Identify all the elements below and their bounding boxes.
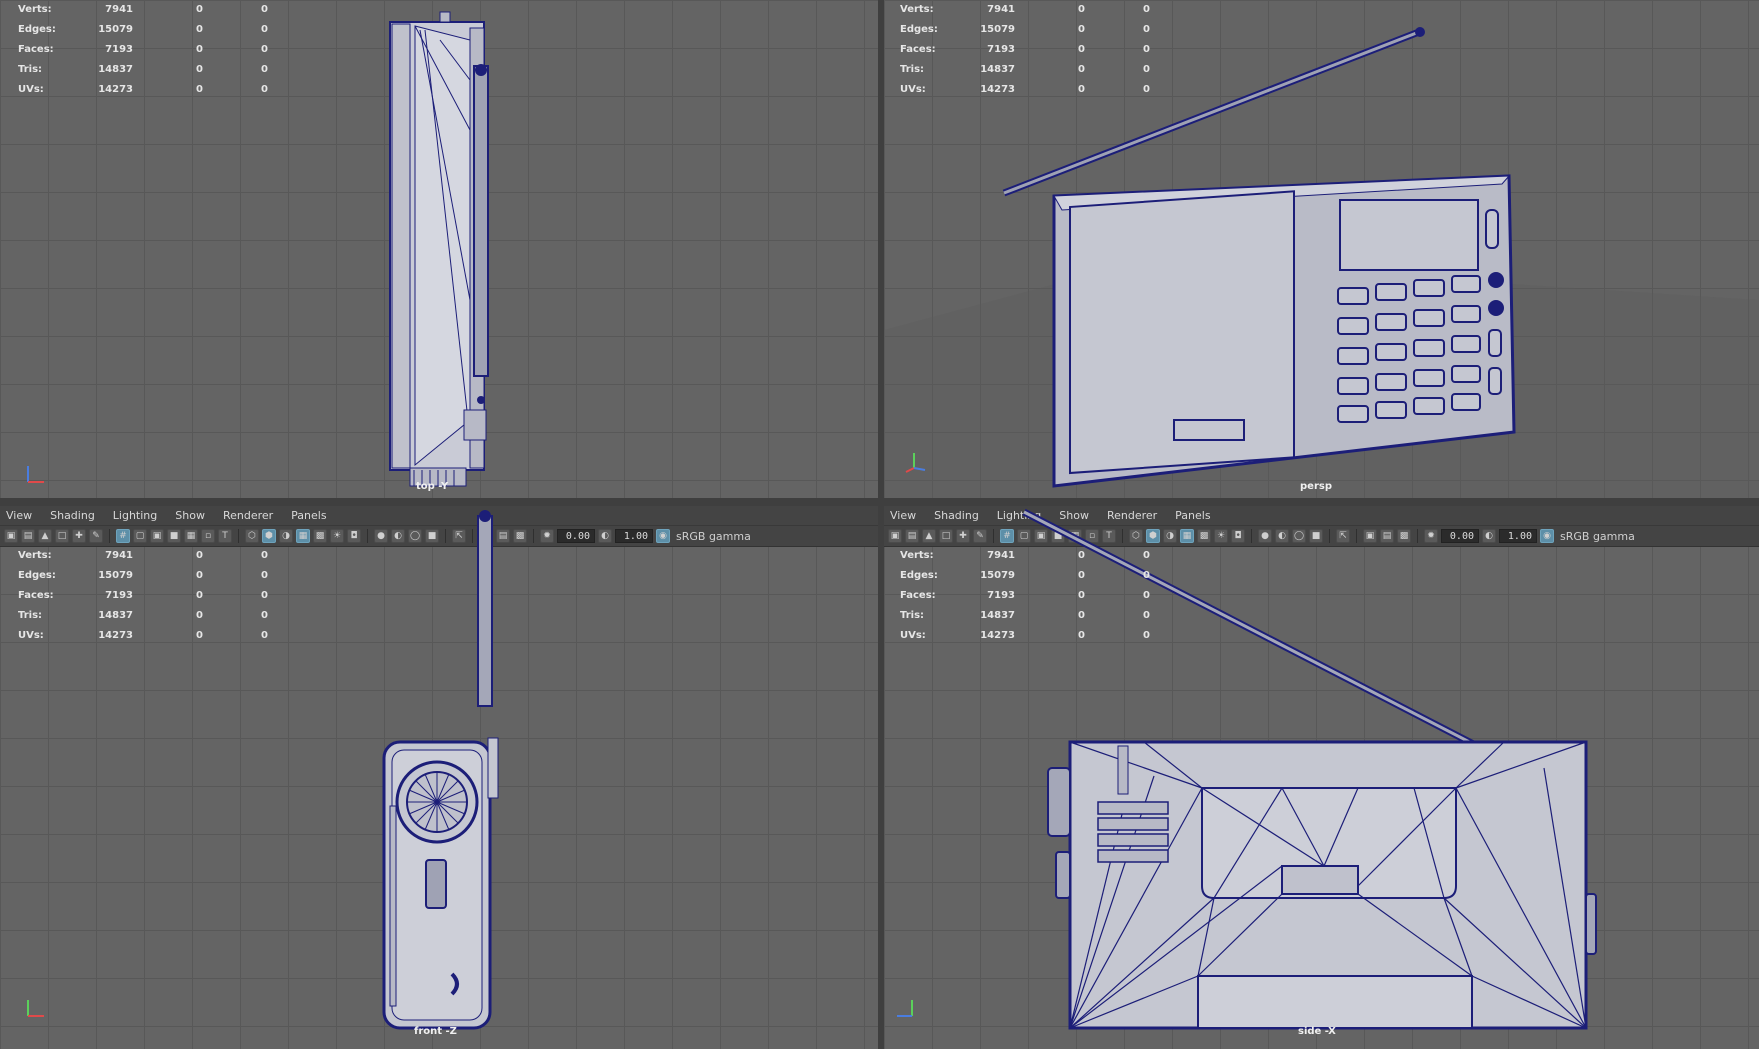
axis-gizmo-icon	[897, 1000, 913, 1017]
axis-gizmo-icon	[27, 466, 44, 483]
viewport-top[interactable]: Verts: 7941 0 0 Edges: 15079 0 0 Faces: 7193 0 0 …	[0, 0, 878, 498]
viewport-front[interactable]: View Shading Lighting Show Renderer Pane…	[0, 506, 878, 1049]
viewport-side[interactable]: View Shading Lighting Show Renderer Pane…	[884, 506, 1759, 1049]
camera-label-top: top -Y	[416, 481, 449, 492]
camera-label-persp: persp	[1300, 481, 1332, 492]
viewport-persp[interactable]: Verts: 7941 0 0 Edges: 15079 0 0 Faces: 7193 0 0 …	[884, 0, 1759, 498]
camera-label-front: front -Z	[414, 1026, 457, 1037]
camera-label-side: side -X	[1298, 1026, 1336, 1037]
axis-gizmo-icon	[27, 1000, 44, 1017]
radio-side-view	[1022, 508, 1597, 1030]
axis-gizmo-icon	[905, 453, 926, 473]
radio-front-view	[382, 510, 499, 1030]
